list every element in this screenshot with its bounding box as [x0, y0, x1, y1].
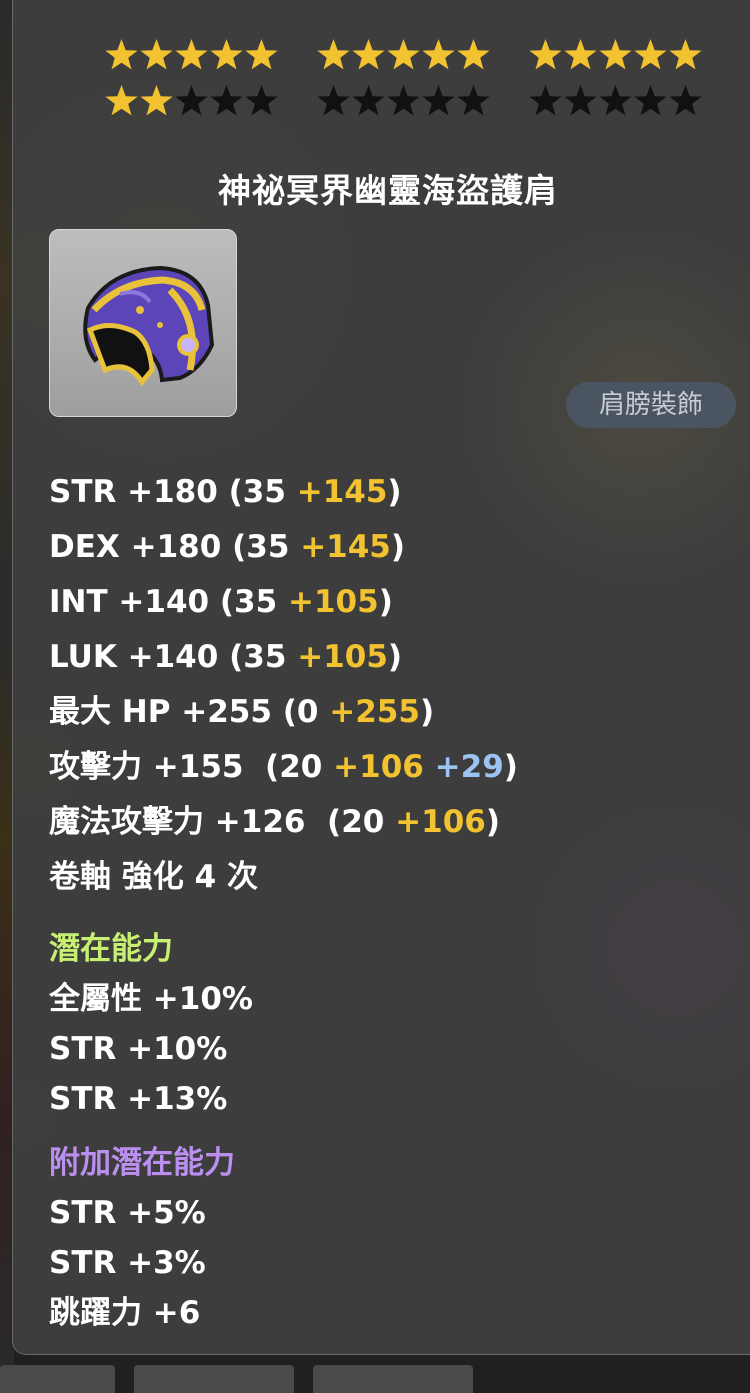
star-filled-icon	[529, 39, 562, 70]
additional-potential-line-2: STR +3%	[49, 1245, 206, 1281]
star-empty-icon	[669, 85, 702, 116]
star-filled-icon	[457, 39, 490, 70]
star-empty-icon	[245, 85, 278, 116]
stat-lines: STR +180 (35 +145) DEX +180 (35 +145) INT …	[49, 470, 518, 855]
bottom-tab[interactable]	[134, 1365, 294, 1393]
stat-line: 最大 HP +255 (0 +255)	[49, 690, 518, 745]
star-empty-icon	[352, 85, 385, 116]
star-filled-icon	[422, 39, 455, 70]
star-empty-icon	[387, 85, 420, 116]
star-row-2	[104, 84, 704, 130]
app-screen: 神祕冥界幽靈海盜護肩 肩膀裝飾 STR +180 (35 +145) DEX +1…	[0, 0, 750, 1393]
star-filled-icon	[245, 39, 278, 70]
starforce-stars	[104, 38, 704, 130]
item-stats: STR +180 (35 +145) DEX +180 (35 +145) INT …	[49, 470, 518, 1338]
star-empty-icon	[634, 85, 667, 116]
star-filled-icon	[634, 39, 667, 70]
stat-bonus: +105	[297, 639, 388, 675]
star-filled-icon	[317, 39, 350, 70]
additional-potential-line-1: STR +5%	[49, 1195, 206, 1231]
stat-base: LUK +140 (35	[49, 639, 298, 675]
star-empty-icon	[422, 85, 455, 116]
bottom-tab[interactable]	[0, 1365, 115, 1393]
stat-base: INT +140 (35	[49, 584, 288, 620]
stat-line: 魔法攻擊力 +126 (20 +106)	[49, 800, 518, 855]
star-group	[104, 38, 280, 84]
enhancement-count: 卷軸 強化 4 次	[49, 859, 258, 895]
star-empty-icon	[175, 85, 208, 116]
stat-bonus: +105	[288, 584, 379, 620]
shoulder-armor-icon	[83, 265, 215, 387]
star-filled-icon	[105, 39, 138, 70]
star-empty-icon	[210, 85, 243, 116]
stat-base: 最大 HP +255 (0	[49, 694, 330, 730]
stat-enhance-bonus: +29	[423, 749, 504, 785]
stat-base: 攻擊力 +155 (20	[49, 749, 334, 785]
star-group	[316, 38, 492, 84]
category-badge: 肩膀裝飾	[566, 382, 736, 428]
star-empty-icon	[317, 85, 350, 116]
stat-close-paren: )	[503, 749, 518, 785]
star-filled-icon	[387, 39, 420, 70]
star-filled-icon	[669, 39, 702, 70]
stat-close-paren: )	[419, 694, 435, 730]
stat-base: DEX +180 (35	[49, 529, 301, 565]
additional-potential-title: 附加潛在能力	[49, 1145, 235, 1181]
stat-line: DEX +180 (35 +145)	[49, 525, 518, 580]
stat-base: STR +180 (35	[49, 474, 297, 510]
stat-bonus: +145	[296, 474, 388, 510]
stat-line: LUK +140 (35 +105)	[49, 635, 518, 690]
star-filled-icon	[210, 39, 243, 70]
star-empty-icon	[599, 85, 632, 116]
bottom-tabs	[0, 1365, 750, 1393]
item-name: 神祕冥界幽靈海盜護肩	[218, 171, 558, 210]
star-row-1	[104, 38, 704, 84]
star-filled-icon	[105, 85, 138, 116]
star-filled-icon	[352, 39, 385, 70]
stat-close-paren: )	[485, 804, 501, 840]
bottom-tab[interactable]	[313, 1365, 473, 1393]
star-group	[104, 84, 280, 130]
stat-line: INT +140 (35 +105)	[49, 580, 518, 635]
stat-close-paren: )	[387, 639, 403, 675]
potential-line-3: STR +13%	[49, 1081, 228, 1117]
item-icon-frame	[49, 229, 237, 417]
star-empty-icon	[529, 85, 562, 116]
star-group	[316, 84, 492, 130]
stat-line: STR +180 (35 +145)	[49, 470, 518, 525]
stat-close-paren: )	[378, 584, 393, 620]
star-filled-icon	[175, 39, 208, 70]
star-empty-icon	[564, 85, 597, 116]
potential-line-2: STR +10%	[49, 1031, 228, 1067]
stat-bonus: +145	[300, 529, 391, 565]
stat-close-paren: )	[387, 474, 402, 510]
potential-title: 潛在能力	[49, 931, 173, 967]
star-filled-icon	[564, 39, 597, 70]
item-tooltip-panel: 神祕冥界幽靈海盜護肩 肩膀裝飾 STR +180 (35 +145) DEX +1…	[12, 0, 750, 1355]
star-group	[528, 38, 704, 84]
star-group	[528, 84, 704, 130]
stat-bonus: +255	[329, 694, 420, 730]
star-empty-icon	[457, 85, 490, 116]
additional-potential-line-3: 跳躍力 +6	[49, 1295, 201, 1331]
star-filled-icon	[599, 39, 632, 70]
star-filled-icon	[140, 85, 173, 116]
potential-line-1: 全屬性 +10%	[49, 981, 253, 1017]
stat-close-paren: )	[390, 529, 406, 565]
stat-bonus: +106	[333, 749, 424, 785]
stat-line: 攻擊力 +155 (20 +106 +29)	[49, 745, 518, 800]
stat-bonus: +106	[395, 804, 486, 840]
stat-base: 魔法攻擊力 +126 (20	[49, 804, 396, 840]
star-filled-icon	[140, 39, 173, 70]
